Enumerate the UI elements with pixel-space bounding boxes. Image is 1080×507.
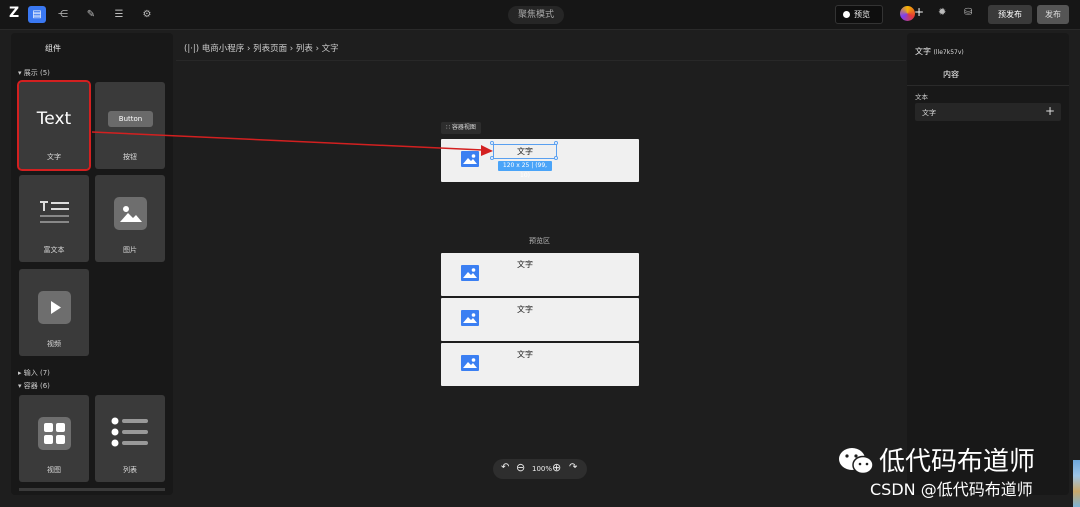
undo-icon[interactable]: ↶ — [501, 462, 509, 473]
watermark: 低代码布道师 — [837, 441, 1035, 478]
divider — [907, 85, 1069, 86]
component-id: (lle7k57v) — [933, 49, 964, 56]
wechat-logo — [839, 448, 874, 475]
add-icon[interactable]: + — [1045, 104, 1055, 118]
redo-icon[interactable]: ↷ — [569, 462, 577, 473]
tab-content[interactable]: 内容 — [943, 69, 959, 80]
section-label: 文本 — [915, 93, 928, 101]
property-panel: 文字 (lle7k57v) 内容 文本 文字 + — [907, 33, 1069, 495]
zoom-out-icon[interactable]: ⊖ — [516, 461, 525, 474]
zoom-in-icon[interactable]: ⊕ — [552, 461, 561, 474]
zoom-level: 100% — [532, 465, 553, 473]
watermark-text: 低代码布道师 — [879, 447, 1036, 477]
zoom-bar: ↶ ⊖ 100% ⊕ ↷ — [493, 459, 587, 479]
component-name: 文字 — [915, 47, 931, 56]
text-field[interactable]: 文字 + — [915, 103, 1061, 121]
field-label: 文字 — [922, 109, 936, 117]
csdn-watermark: CSDN @低代码布道师 — [870, 480, 1033, 499]
property-title: 文字 (lle7k57v) — [915, 46, 964, 57]
edge-strip — [1073, 460, 1080, 507]
